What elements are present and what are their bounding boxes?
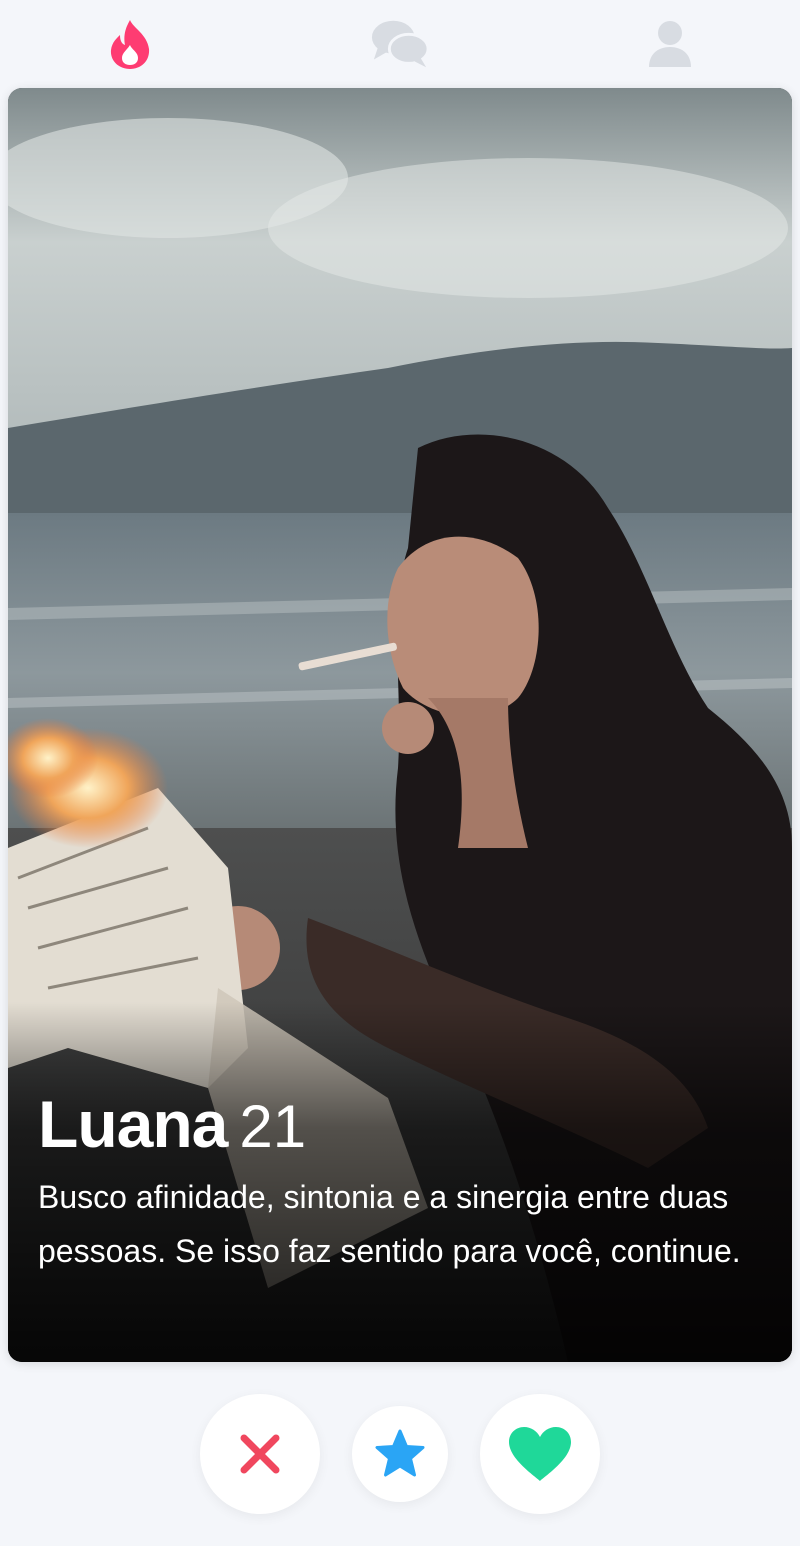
- nav-discover-button[interactable]: [100, 14, 160, 74]
- nav-messages-button[interactable]: [370, 14, 430, 74]
- profile-icon: [649, 21, 691, 67]
- heart-icon: [509, 1427, 571, 1481]
- close-icon: [240, 1434, 280, 1474]
- chat-icon: [371, 20, 430, 68]
- profile-name-row: Luana 21: [38, 1086, 306, 1162]
- action-bar: [0, 1380, 800, 1546]
- super-like-button[interactable]: [352, 1406, 448, 1502]
- nope-button[interactable]: [200, 1394, 320, 1514]
- star-icon: [375, 1429, 425, 1477]
- flame-icon: [110, 20, 150, 69]
- profile-bio: Busco afinidade, sintonia e a sinergia e…: [38, 1179, 741, 1269]
- top-navigation: [0, 0, 800, 88]
- profile-card[interactable]: Luana 21 Busco afinidade, sintonia e a si…: [8, 88, 792, 1362]
- like-button[interactable]: [480, 1394, 600, 1514]
- nav-profile-button[interactable]: [640, 14, 700, 74]
- profile-name: Luana: [38, 1087, 228, 1161]
- profile-age: 21: [239, 1093, 307, 1160]
